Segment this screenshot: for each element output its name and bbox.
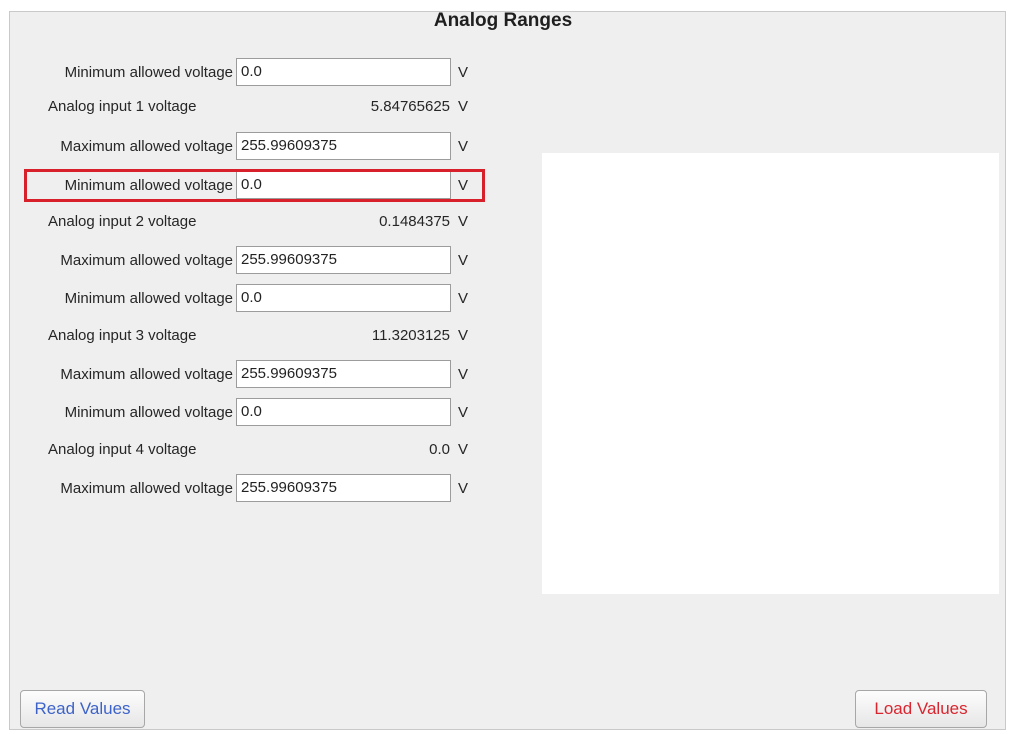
input-2-max-label: Maximum allowed voltage bbox=[60, 252, 233, 269]
input-3-min-unit: V bbox=[458, 290, 469, 307]
input-1-reading-unit: V bbox=[458, 98, 469, 115]
input-3-min-row: Minimum allowed voltage 0.0 V bbox=[0, 282, 500, 316]
input-2-reading-label: Analog input 2 voltage bbox=[48, 213, 197, 230]
panel-title: Analog Ranges bbox=[433, 10, 573, 31]
input-2-max-row: Maximum allowed voltage 255.99609375 V bbox=[0, 244, 500, 278]
input-4-max-row: Maximum allowed voltage 255.99609375 V bbox=[0, 472, 500, 506]
input-2-reading-row: Analog input 2 voltage 0.1484375 V bbox=[0, 205, 500, 239]
input-4-reading-value: 0.0 bbox=[429, 441, 450, 458]
input-3-reading-unit: V bbox=[458, 327, 469, 344]
load-values-button[interactable]: Load Values bbox=[855, 690, 987, 728]
input-2-min-unit: V bbox=[458, 177, 469, 194]
input-3-max-field[interactable]: 255.99609375 bbox=[236, 360, 451, 388]
input-1-min-field[interactable]: 0.0 bbox=[236, 58, 451, 86]
input-1-reading-label: Analog input 1 voltage bbox=[48, 98, 197, 115]
input-2-min-row: Minimum allowed voltage 0.0 V bbox=[0, 169, 500, 203]
read-values-button[interactable]: Read Values bbox=[20, 690, 145, 728]
input-4-min-unit: V bbox=[458, 404, 469, 421]
input-2-reading-value: 0.1484375 bbox=[379, 213, 450, 230]
input-3-reading-value: 11.3203125 bbox=[371, 327, 450, 344]
input-1-max-row: Maximum allowed voltage 255.99609375 V bbox=[0, 130, 500, 164]
input-4-max-unit: V bbox=[458, 480, 469, 497]
input-2-max-unit: V bbox=[458, 252, 469, 269]
input-4-reading-unit: V bbox=[458, 441, 469, 458]
input-3-reading-label: Analog input 3 voltage bbox=[48, 327, 197, 344]
input-4-min-field[interactable]: 0.0 bbox=[236, 398, 451, 426]
input-4-min-row: Minimum allowed voltage 0.0 V bbox=[0, 396, 500, 430]
input-4-min-label: Minimum allowed voltage bbox=[64, 404, 233, 421]
input-3-min-field[interactable]: 0.0 bbox=[236, 284, 451, 312]
input-3-max-unit: V bbox=[458, 366, 469, 383]
input-2-min-field[interactable]: 0.0 bbox=[236, 171, 451, 199]
input-4-reading-row: Analog input 4 voltage 0.0 V bbox=[0, 433, 500, 467]
input-1-min-row: Minimum allowed voltage 0.0 V bbox=[0, 56, 500, 90]
input-3-reading-row: Analog input 3 voltage 11.3203125 V bbox=[0, 319, 500, 353]
input-1-max-field[interactable]: 255.99609375 bbox=[236, 132, 451, 160]
input-1-min-unit: V bbox=[458, 64, 469, 81]
input-2-reading-unit: V bbox=[458, 213, 469, 230]
input-2-max-field[interactable]: 255.99609375 bbox=[236, 246, 451, 274]
input-2-min-label: Minimum allowed voltage bbox=[64, 177, 233, 194]
blank-display-area bbox=[542, 153, 999, 594]
input-1-reading-value: 5.84765625 bbox=[370, 98, 450, 115]
input-1-max-unit: V bbox=[458, 138, 469, 155]
input-4-max-field[interactable]: 255.99609375 bbox=[236, 474, 451, 502]
input-3-max-label: Maximum allowed voltage bbox=[60, 366, 233, 383]
input-1-min-label: Minimum allowed voltage bbox=[64, 64, 233, 81]
input-4-max-label: Maximum allowed voltage bbox=[60, 480, 233, 497]
input-1-max-label: Maximum allowed voltage bbox=[60, 138, 233, 155]
input-3-min-label: Minimum allowed voltage bbox=[64, 290, 233, 307]
input-1-reading-row: Analog input 1 voltage 5.84765625 V bbox=[0, 90, 500, 124]
input-3-max-row: Maximum allowed voltage 255.99609375 V bbox=[0, 358, 500, 392]
input-4-reading-label: Analog input 4 voltage bbox=[48, 441, 197, 458]
